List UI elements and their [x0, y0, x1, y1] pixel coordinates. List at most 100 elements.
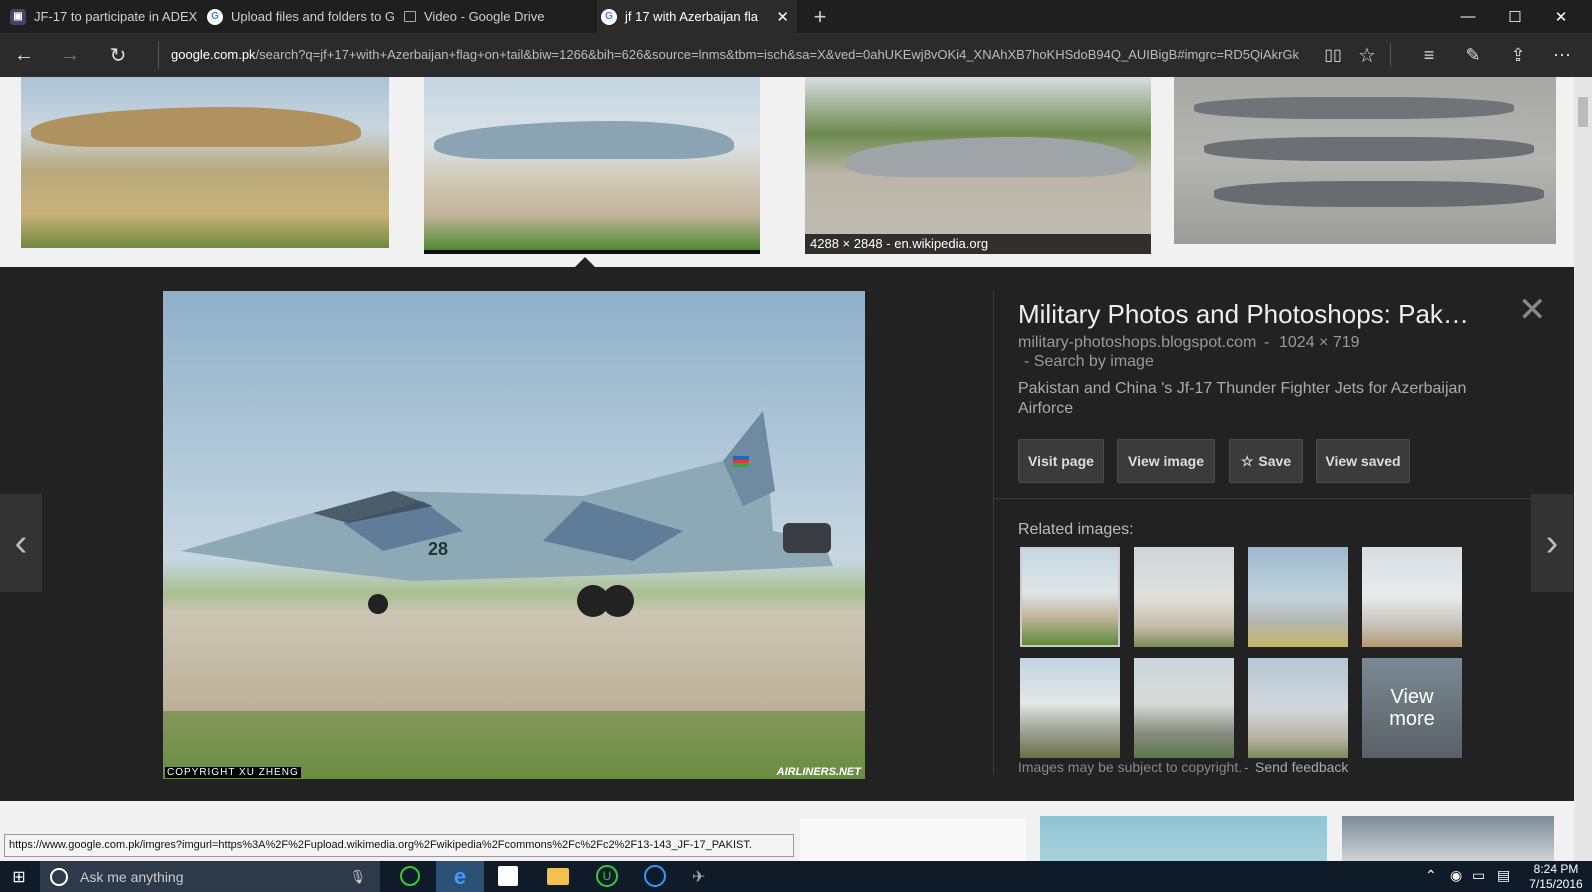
visit-page-button[interactable]: Visit page [1018, 439, 1104, 483]
maximize-button[interactable]: ☐ [1492, 0, 1538, 33]
view-image-label: View image [1127, 453, 1204, 469]
uc-browser-icon[interactable]: U [596, 865, 618, 887]
jet-shape [31, 107, 361, 147]
copyright-separator: - [1244, 759, 1249, 775]
tab-label: Video - Google Drive [424, 9, 545, 24]
view-more-button[interactable]: View more [1362, 658, 1462, 758]
image-thumbnail[interactable] [1040, 816, 1327, 861]
save-button[interactable]: ☆ Save [1229, 439, 1303, 483]
jet-shape [1204, 137, 1534, 161]
jet-app-icon[interactable]: ✈ [692, 867, 705, 887]
back-button[interactable]: ← [2, 33, 46, 77]
tab-jf17-adex[interactable]: ▣ JF-17 to participate in ADEX [8, 0, 198, 33]
view-saved-button[interactable]: View saved [1316, 439, 1410, 483]
jet-shape [434, 121, 734, 159]
tail-number: 28 [428, 539, 448, 559]
save-label: Save [1258, 453, 1292, 469]
minimize-button[interactable]: — [1445, 0, 1491, 33]
power-app-icon[interactable] [400, 866, 420, 886]
address-bar[interactable]: google.com.pk/search?q=jf+17+with+Azerba… [158, 41, 1308, 69]
navigation-bar: ← → ↻ google.com.pk/search?q=jf+17+with+… [0, 33, 1592, 77]
forward-button[interactable]: → [48, 33, 92, 77]
send-feedback-link[interactable]: Send feedback [1255, 759, 1348, 775]
system-tray-chevron-icon[interactable]: ⌃ [1425, 867, 1437, 884]
related-image-thumbnail[interactable] [1020, 658, 1120, 758]
previous-image-button[interactable]: ‹ [0, 494, 42, 592]
tab-label: jf 17 with Azerbaijan fla [625, 9, 758, 24]
cortana-icon [50, 867, 68, 886]
file-explorer-icon[interactable] [547, 868, 569, 885]
visit-page-label: Visit page [1028, 453, 1094, 469]
location-icon: ◉ [1450, 867, 1463, 883]
image-credit-left: COPYRIGHT XU ZHENG [165, 767, 301, 778]
related-image-thumbnail[interactable] [1362, 547, 1462, 647]
view-more-label: View more [1389, 686, 1435, 730]
tab-jf17-azerbaijan[interactable]: G jf 17 with Azerbaijan fla ✕ [597, 0, 797, 33]
meta-separator: - [1264, 334, 1270, 351]
close-tab-icon[interactable]: ✕ [776, 8, 789, 26]
favorite-star-icon[interactable]: ☆ [1345, 33, 1389, 77]
jet-photo: 28 [163, 291, 865, 779]
image-thumbnail-selected[interactable] [424, 77, 760, 254]
related-image-thumbnail[interactable] [1248, 547, 1348, 647]
site-favicon-icon: ▣ [10, 8, 26, 25]
page-icon [404, 11, 416, 22]
close-window-button[interactable]: ✕ [1538, 0, 1584, 33]
related-image-thumbnail[interactable] [1248, 658, 1348, 758]
refresh-button[interactable]: ↻ [96, 33, 140, 77]
clock-date[interactable]: 7/15/2016 [1524, 877, 1588, 891]
share-icon[interactable]: ⇪ [1496, 33, 1540, 77]
jet-shape [1194, 97, 1514, 119]
app-icon[interactable] [644, 865, 666, 887]
address-domain: google.com.pk [171, 47, 256, 62]
image-thumbnail[interactable] [800, 819, 1026, 861]
network-icon[interactable]: ▭ [1472, 867, 1485, 884]
google-icon: G [601, 8, 617, 25]
web-note-icon[interactable]: ✎ [1451, 33, 1495, 77]
address-path: /search?q=jf+17+with+Azerbaijan+flag+on+… [255, 47, 1300, 62]
windows-start-icon[interactable]: ⊞ [0, 861, 38, 892]
image-description: Pakistan and China 's Jf-17 Thunder Figh… [1018, 380, 1467, 417]
edge-browser-icon[interactable]: e [436, 861, 484, 892]
clock-time[interactable]: 8:24 PM [1528, 862, 1584, 876]
cortana-search-box[interactable]: Ask me anything 🎙 [40, 861, 380, 892]
store-icon[interactable] [498, 866, 518, 886]
vertical-scrollbar[interactable] [1574, 77, 1592, 861]
more-icon[interactable]: ⋯ [1540, 33, 1584, 77]
panel-separator [993, 498, 1533, 499]
hub-icon[interactable]: ≡ [1407, 33, 1451, 77]
source-domain[interactable]: military-photoshops.blogspot.com [1018, 334, 1256, 352]
star-icon: ☆ [1240, 452, 1254, 469]
new-tab-button[interactable]: + [805, 0, 835, 33]
copyright-notice: Images may be subject to copyright. [1018, 759, 1243, 775]
scrollbar-thumb[interactable] [1578, 97, 1588, 127]
page-content: 4288 × 2848 - en.wikipedia.org 28 COPYRI… [0, 77, 1574, 861]
related-image-thumbnail[interactable] [1134, 658, 1234, 758]
image-thumbnail[interactable] [1174, 77, 1556, 244]
preview-image[interactable]: 28 COPYRIGHT XU ZHENG AIRLINERS.NET [163, 291, 865, 779]
tab-label: Upload files and folders to G [231, 9, 395, 24]
notifications-icon[interactable]: ▤ [1497, 867, 1510, 884]
image-credit-right: AIRLINERS.NET [776, 766, 861, 778]
panel-divider [993, 290, 994, 775]
image-title[interactable]: Military Photos and Photoshops: Pak… [1018, 299, 1498, 330]
status-bar-url: https://www.google.com.pk/imgres?imgurl=… [4, 834, 794, 857]
image-thumbnail[interactable]: 4288 × 2848 - en.wikipedia.org [805, 77, 1151, 254]
microphone-icon[interactable]: 🎙 [349, 869, 366, 885]
image-dimensions: 1024 × 719 [1279, 334, 1360, 351]
image-thumbnail[interactable] [1342, 816, 1554, 861]
search-by-image-link[interactable]: - Search by image [1024, 353, 1154, 371]
related-image-thumbnail[interactable] [1134, 547, 1234, 647]
next-image-button[interactable]: › [1531, 494, 1573, 592]
related-image-thumbnail[interactable] [1020, 547, 1120, 647]
tab-upload-files[interactable]: G Upload files and folders to G [207, 0, 395, 33]
image-thumbnail[interactable] [21, 77, 389, 248]
view-saved-label: View saved [1325, 453, 1401, 469]
view-image-button[interactable]: View image [1117, 439, 1215, 483]
tab-video-drive[interactable]: Video - Google Drive [404, 0, 592, 33]
related-images-label: Related images: [1018, 521, 1134, 538]
windows-taskbar: ⊞ Ask me anything 🎙 e U ✈ ⌃ ◉ ▭ ▤ 8:24 P… [0, 861, 1592, 892]
tab-bar: ▣ JF-17 to participate in ADEX G Upload … [0, 0, 1592, 33]
close-preview-button[interactable]: ✕ [1518, 290, 1547, 330]
search-placeholder: Ask me anything [80, 868, 184, 885]
